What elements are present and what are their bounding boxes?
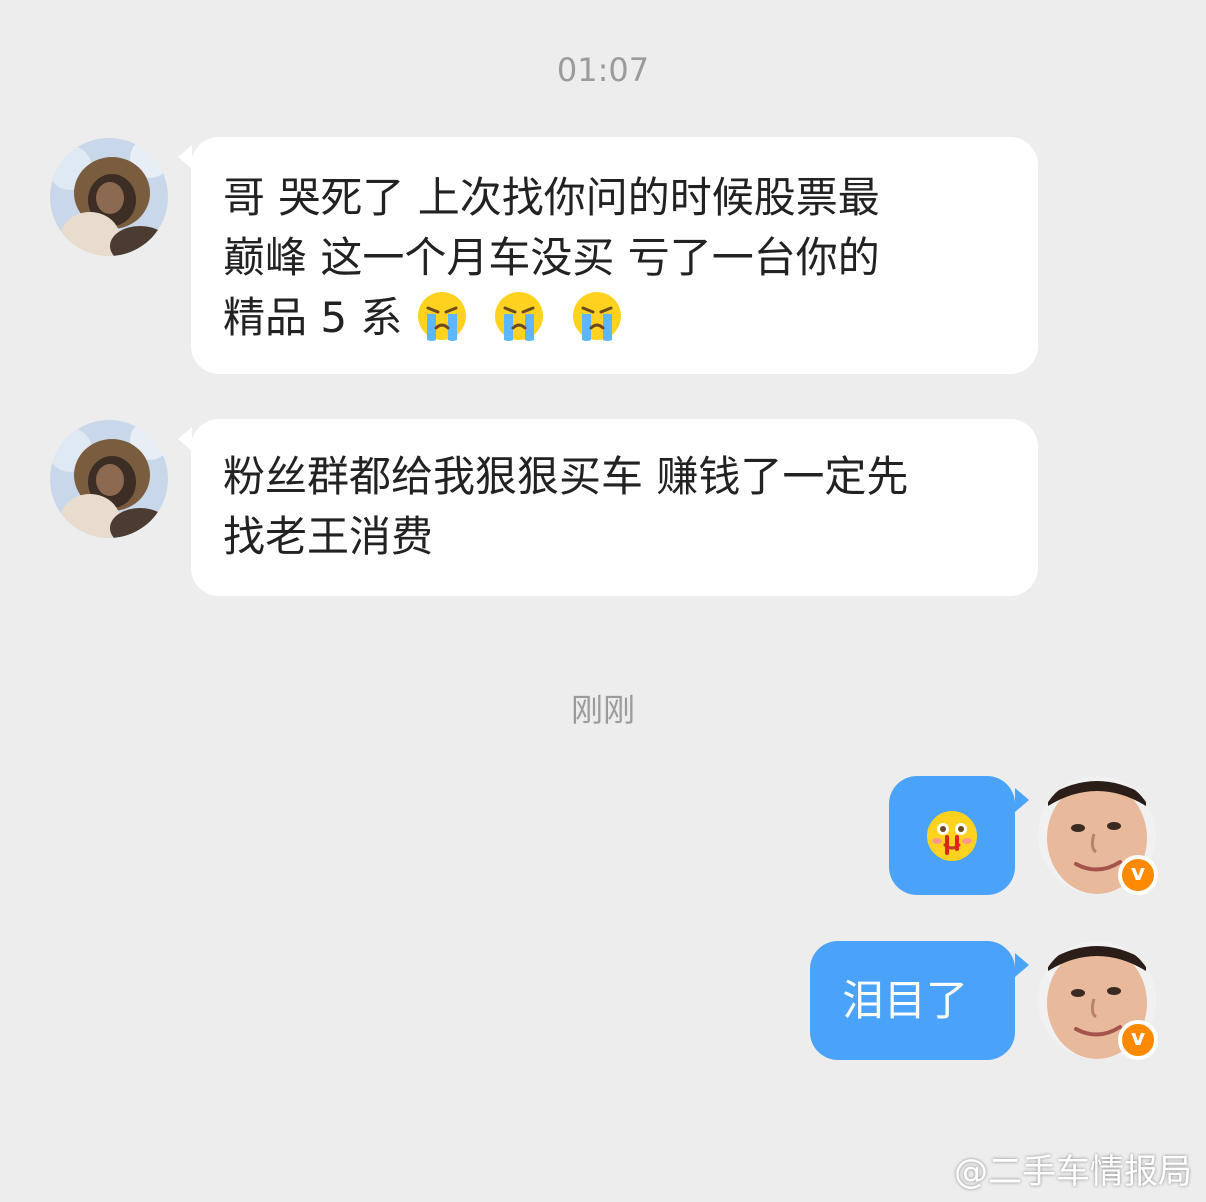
message-text-line: 巅峰 这一个月车没买 亏了一台你的: [223, 233, 880, 282]
message-bubble[interactable]: 哥 哭死了 上次找你问的时候股票最 巅峰 这一个月车没买 亏了一台你的 精品 5…: [191, 137, 1038, 374]
message-text-line: 哥 哭死了 上次找你问的时候股票最: [223, 173, 880, 222]
crying-emoji-icon: [495, 292, 544, 341]
message-text-fragment: 精品 5 系: [223, 293, 403, 342]
message-text-line: 粉丝群都给我狠狠买车 赚钱了一定先: [223, 452, 909, 501]
bubble-tail: [178, 145, 192, 169]
crying-emoji-icon: [417, 292, 466, 341]
timestamp: 刚刚: [570, 691, 635, 729]
message-bubble[interactable]: 粉丝群都给我狠狠买车 赚钱了一定先 找老王消费: [191, 419, 1038, 596]
message-bubble[interactable]: [889, 776, 1015, 895]
nosebleed-emoji-icon: [927, 811, 977, 861]
message-bubble[interactable]: 泪目了: [810, 941, 1015, 1060]
verified-badge-icon: v: [1118, 1020, 1158, 1060]
message-text-line: 精品 5 系: [223, 288, 1008, 348]
crying-emoji-icon: [572, 292, 621, 341]
message-text: 泪目了: [842, 976, 969, 1025]
verified-badge-icon: v: [1118, 855, 1158, 895]
bubble-tail: [1015, 788, 1029, 812]
message-text-line: 找老王消费: [223, 512, 434, 561]
timestamp: 01:07: [556, 51, 650, 89]
bubble-tail: [1015, 953, 1029, 977]
contact-avatar[interactable]: [50, 138, 168, 256]
watermark: @二手车情报局: [954, 1152, 1192, 1192]
bubble-tail: [178, 427, 192, 451]
contact-avatar[interactable]: [50, 420, 168, 538]
